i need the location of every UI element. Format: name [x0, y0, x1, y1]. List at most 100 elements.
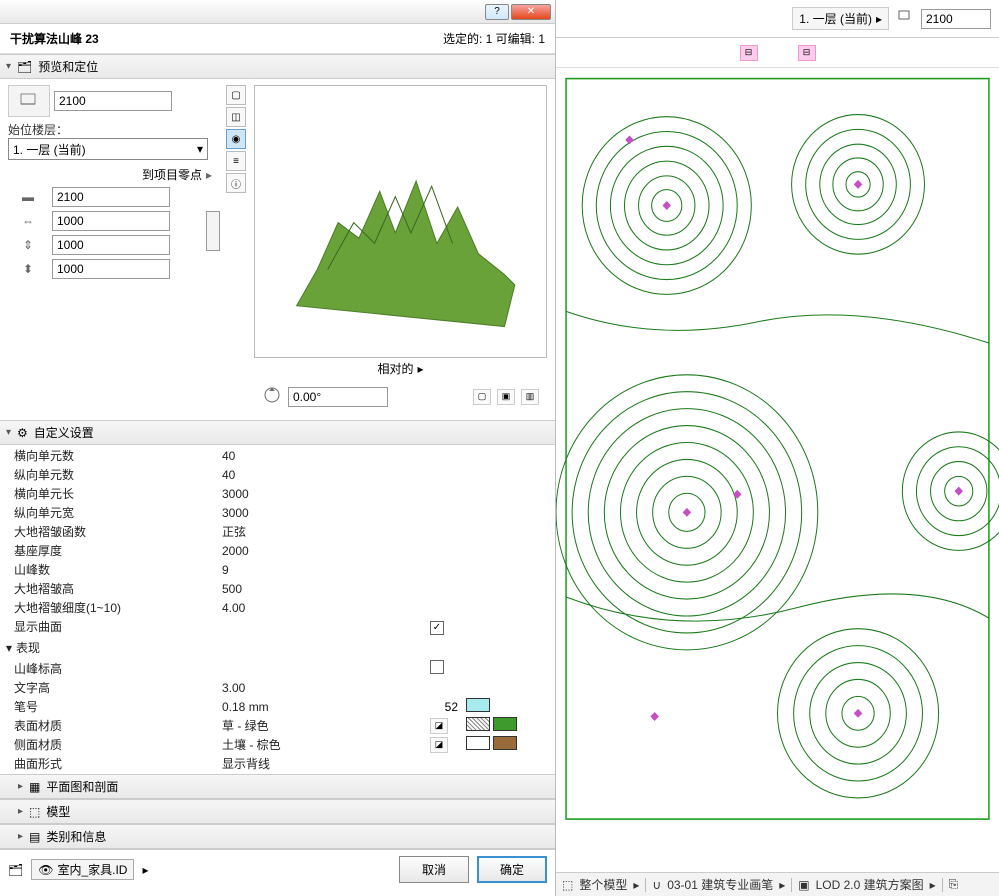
param-value[interactable]: 40 — [222, 449, 422, 463]
help-button[interactable]: ? — [485, 4, 509, 20]
param-label: 山峰标高 — [14, 660, 214, 677]
floor-text: 1. 一层 (当前) — [799, 10, 872, 27]
elev2-input[interactable] — [52, 187, 170, 207]
cancel-button[interactable]: 取消 — [399, 856, 469, 883]
param-value[interactable]: 9 — [222, 563, 422, 577]
material-picker-icon[interactable]: ◪ — [430, 737, 448, 753]
status-icon[interactable]: ⬚ — [562, 878, 573, 892]
mirror-off-icon[interactable]: ▢ — [473, 389, 491, 405]
id-display[interactable]: 👁 室内_家具.ID — [31, 859, 134, 880]
side-hatch[interactable] — [466, 736, 490, 750]
footer-toggle-icon[interactable]: 🗂 — [8, 863, 23, 877]
viewport-pane: 1. 一层 (当前) ▸ ⊟ ⊟ — [556, 0, 999, 896]
side-color[interactable] — [493, 736, 517, 750]
link-dims-toggle[interactable] — [206, 211, 220, 251]
top-elev-input[interactable] — [921, 9, 991, 29]
dropdown-icon[interactable]: ▸ — [930, 878, 936, 892]
custom-params-grid: 横向单元数40 纵向单元数40 横向单元长3000 纵向单元宽3000 大地褶皱… — [0, 445, 555, 637]
extra-icon[interactable]: ⎘ — [949, 877, 959, 892]
param-value[interactable]: 2000 — [222, 544, 422, 558]
view-list-button[interactable]: ≡ — [226, 151, 246, 171]
arrow-right-icon: ▸ — [206, 168, 212, 182]
section-custom-head[interactable]: ▾ ⚙ 自定义设置 — [0, 420, 555, 445]
view-front-button[interactable]: ◫ — [226, 107, 246, 127]
marker-a[interactable]: ⊟ — [740, 45, 758, 61]
expression-grid: 山峰标高 文字高3.00 笔号0.18 mm52 表面材质草 - 绿色◪ 侧面材… — [0, 658, 555, 774]
section-category-label: 类别和信息 — [46, 828, 106, 845]
id-dropdown-icon[interactable]: ▸ — [142, 863, 148, 877]
expression-subhead[interactable]: ▾ 表现 — [0, 637, 555, 658]
dropdown-icon[interactable]: ▸ — [633, 878, 639, 892]
dimz-input[interactable] — [52, 259, 170, 279]
section-model-label: 模型 — [46, 803, 70, 820]
param-value[interactable]: 土壤 - 棕色 — [222, 736, 422, 753]
param-value[interactable]: 4.00 — [222, 601, 422, 615]
mirror-x-icon[interactable]: ▣ — [497, 389, 515, 405]
view-info-button[interactable]: ⓘ — [226, 173, 246, 193]
floor-dropdown[interactable]: 1. 一层 (当前) ▾ — [8, 138, 208, 160]
floor-control[interactable]: 1. 一层 (当前) ▸ — [792, 7, 889, 30]
pen-number[interactable]: 52 — [430, 700, 458, 714]
step-icon: ▸ — [876, 12, 882, 26]
pen-icon: ∪ — [652, 878, 661, 892]
peak-label-checkbox[interactable] — [430, 660, 444, 674]
param-label: 基座厚度 — [14, 542, 214, 559]
ok-button[interactable]: 确定 — [477, 856, 547, 883]
close-button[interactable]: ✕ — [511, 4, 551, 20]
dimx-input[interactable] — [52, 211, 170, 231]
eye-icon: 👁 — [38, 863, 53, 877]
elevation-input[interactable] — [54, 91, 172, 111]
view-3d-button[interactable]: ◉ — [226, 129, 246, 149]
object-title: 干扰算法山峰 23 — [10, 30, 99, 47]
id-label: 室内_家具.ID — [57, 861, 127, 878]
param-label: 纵向单元宽 — [14, 504, 214, 521]
status-penset[interactable]: 03-01 建筑专业画笔 — [667, 876, 773, 893]
param-label: 横向单元长 — [14, 485, 214, 502]
relative-dropdown-icon[interactable]: ▸ — [417, 362, 423, 376]
param-value[interactable]: 3000 — [222, 487, 422, 501]
relative-label: 相对的 — [377, 360, 413, 377]
param-label: 山峰数 — [14, 561, 214, 578]
title-row: 干扰算法山峰 23 选定的: 1 可编辑: 1 — [0, 24, 555, 54]
param-value[interactable]: 显示背线 — [222, 755, 422, 772]
floor-label: 始位楼层： — [8, 123, 68, 137]
material-picker-icon[interactable]: ◪ — [430, 718, 448, 734]
param-value[interactable]: 3.00 — [222, 681, 422, 695]
angle-input[interactable] — [288, 387, 388, 407]
param-label: 大地褶皱函数 — [14, 523, 214, 540]
elev-icon — [895, 9, 915, 28]
section-category-head[interactable]: ▸ ▤ 类别和信息 — [0, 824, 555, 849]
pen-color-chip[interactable] — [466, 698, 490, 712]
param-value[interactable]: 正弦 — [222, 523, 422, 540]
status-lod[interactable]: LOD 2.0 建筑方案图 — [816, 876, 924, 893]
dimx-icon: ⇔ — [8, 211, 48, 231]
dropdown-icon[interactable]: ▸ — [779, 878, 785, 892]
lod-icon: ▣ — [798, 878, 809, 892]
mirror-y-icon[interactable]: ▥ — [521, 389, 539, 405]
preview-body: 始位楼层： 1. 一层 (当前) ▾ 到项目零点 ▸ ▬ ⇔ — [0, 79, 555, 420]
status-model[interactable]: 整个模型 — [579, 876, 627, 893]
section-model-head[interactable]: ▸ ⬚ 模型 — [0, 799, 555, 824]
section-plan-head[interactable]: ▸ ▦ 平面图和剖面 — [0, 774, 555, 799]
show-surface-checkbox[interactable]: ✓ — [430, 621, 444, 635]
dialog-footer: 🗂 👁 室内_家具.ID ▸ 取消 确定 — [0, 849, 555, 889]
section-preview-head[interactable]: ▾ 🗂 预览和定位 — [0, 54, 555, 79]
param-value[interactable]: 40 — [222, 468, 422, 482]
surface-hatch[interactable] — [466, 717, 490, 731]
section-custom-label: 自定义设置 — [34, 424, 94, 441]
collapse-icon: ▾ — [6, 61, 11, 72]
preview-3d[interactable] — [254, 85, 547, 358]
marker-b[interactable]: ⊟ — [798, 45, 816, 61]
param-value[interactable]: 500 — [222, 582, 422, 596]
param-value[interactable]: 0.18 mm — [222, 700, 422, 714]
surface-color[interactable] — [493, 717, 517, 731]
section-plan-label: 平面图和剖面 — [46, 778, 118, 795]
view-2d-button[interactable]: ▢ — [226, 85, 246, 105]
preview-toolbar: ▢ ◫ ◉ ≡ ⓘ — [226, 85, 248, 414]
plan-icon: ▦ — [29, 780, 40, 794]
dimy-input[interactable] — [52, 235, 170, 255]
param-value[interactable]: 3000 — [222, 506, 422, 520]
param-value[interactable]: 草 - 绿色 — [222, 717, 422, 734]
collapse-icon: ▾ — [6, 641, 12, 655]
plan-canvas[interactable] — [556, 68, 999, 872]
